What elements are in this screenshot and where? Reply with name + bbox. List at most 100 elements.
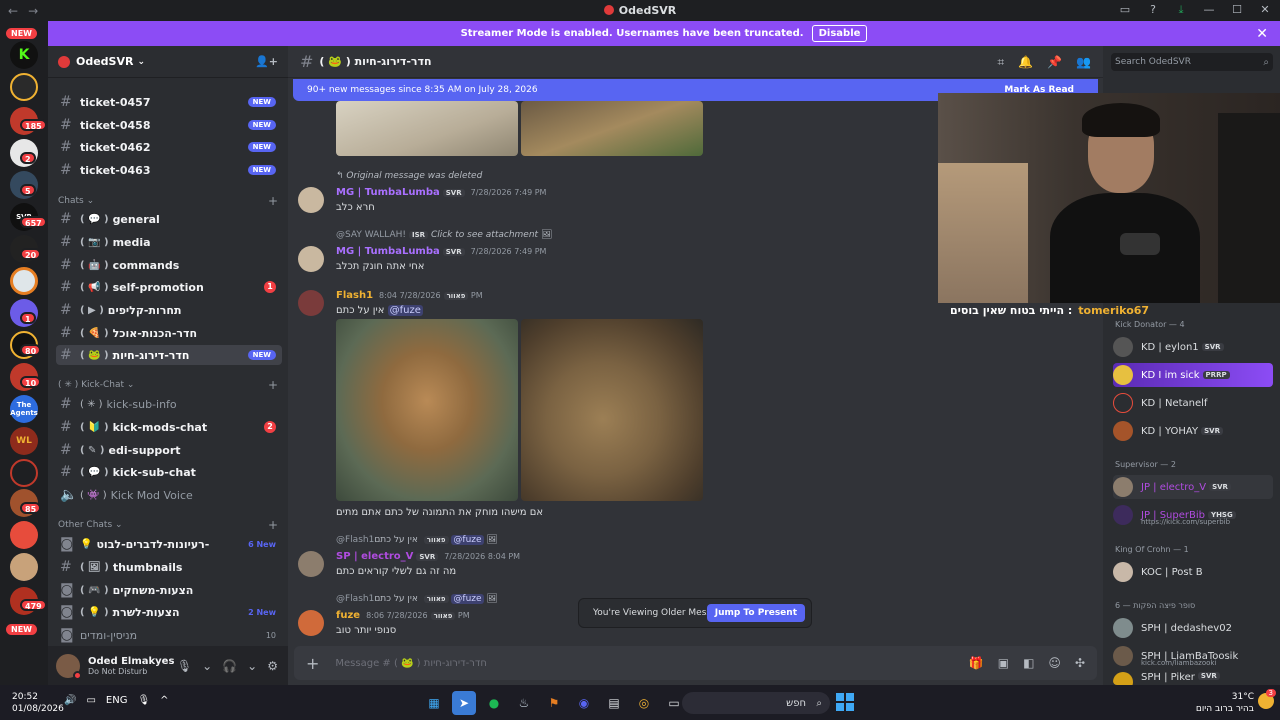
channel-ticket-0457[interactable]: # ticket-0457 NEW <box>56 92 282 112</box>
member-item[interactable]: JP | SuperBib YHSG https://kick.com/superb… <box>1113 503 1273 527</box>
image-attachment[interactable] <box>521 101 703 156</box>
channel-thumbnails[interactable]: # ( 🖼 ) thumbnails <box>56 557 282 577</box>
inbox-icon[interactable]: ▭ <box>1118 3 1132 17</box>
message-author[interactable]: SP | electro_V SVR 7/28/2026 8:04 PM <box>336 551 520 562</box>
message-author[interactable]: Flash1 פאוור7/28/2026 8:04 PM <box>336 290 483 301</box>
gear-icon[interactable]: ⚙ <box>267 659 278 673</box>
member-item[interactable]: KD | YOHAY SVR <box>1113 419 1273 443</box>
pin-icon[interactable]: 📌 <box>1047 55 1062 70</box>
server-icon[interactable] <box>10 267 38 295</box>
message-composer[interactable]: + Message # ( 🐸 ) חדר-דירוג-חיות 🎁 ▣ ◧ ☺… <box>294 646 1097 680</box>
member-item[interactable]: KD | eylon1 SVR <box>1113 335 1273 359</box>
channel-ticket-0462[interactable]: # ticket-0462 NEW <box>56 137 282 157</box>
reply-context[interactable]: @Flash1 פאוור אין על כתם @fuze 🖼 <box>336 594 498 604</box>
channel-food-room[interactable]: # ( 🍕 ) חדר-הכנות-אוכל <box>56 323 282 343</box>
download-icon[interactable]: ⤓ <box>1174 3 1188 17</box>
app-icon[interactable]: ▤ <box>602 691 626 715</box>
member-item[interactable]: SPH | dedashev02 <box>1113 616 1273 640</box>
channel-ticket-0458[interactable]: # ticket-0458 NEW <box>56 115 282 135</box>
clock[interactable]: 20:52 01/08/2026 <box>12 691 64 715</box>
forum-bot-ideas[interactable]: ◙ 💡 רעיונות-לדברים-לבוט- 6 New <box>56 534 282 554</box>
server-icon[interactable] <box>10 459 38 487</box>
user-info[interactable]: Oded Elmakyes Do Not Disturb <box>88 656 174 676</box>
voice-kick-mod-voice[interactable]: 🔈( 👾 ) Kick Mod Voice <box>56 485 282 505</box>
forum-game-suggestions[interactable]: ◙ ( 🎮 ) הצעות-משחקים <box>56 580 282 600</box>
gift-icon[interactable]: 🎁 <box>969 656 984 670</box>
apps-icon[interactable]: ✣ <box>1075 656 1085 670</box>
image-attachment[interactable] <box>336 101 518 156</box>
search-input[interactable]: Search OdedSVR ⌕ <box>1111 53 1273 71</box>
chrome-icon[interactable]: ◎ <box>632 691 656 715</box>
reply-context[interactable]: @SAY WALLAH! ISR Click to see attachment … <box>336 230 552 240</box>
forum-channel[interactable]: ◙ מניסין-ומדים 10 <box>56 625 282 645</box>
avatar[interactable] <box>298 290 324 316</box>
disable-button[interactable]: Disable <box>811 25 868 42</box>
add-channel-icon[interactable]: + <box>268 518 278 532</box>
headphones-icon[interactable]: 🎧 <box>222 659 237 673</box>
channel-kick-mods-chat[interactable]: # ( 🔰 ) kick-mods-chat 2 <box>56 417 282 437</box>
avatar[interactable] <box>298 187 324 213</box>
member-item[interactable]: KD I im sick PRRP <box>1113 363 1273 387</box>
spotify-icon[interactable]: ● <box>482 691 506 715</box>
avatar[interactable] <box>298 246 324 272</box>
chevron-down-icon[interactable]: ⌄ <box>202 659 212 673</box>
server-icon[interactable] <box>10 521 38 549</box>
member-list-icon[interactable]: 👥 <box>1076 55 1091 70</box>
channel-animal-rating[interactable]: # ( 🐸 ) חדר-דירוג-חיות NEW <box>56 345 282 365</box>
dog-image[interactable] <box>336 319 518 501</box>
member-item[interactable]: KD | Netanelf <box>1113 391 1273 415</box>
minimize-icon[interactable]: — <box>1202 3 1216 17</box>
volume-icon[interactable]: 🔊 <box>64 695 76 706</box>
game-launcher-icon[interactable]: ⚑ <box>542 691 566 715</box>
widgets-icon[interactable]: ▦ <box>422 691 446 715</box>
member-item[interactable]: JP | electro_V SVR <box>1113 475 1273 499</box>
chevron-down-icon[interactable]: ⌄ <box>247 659 257 673</box>
add-channel-icon[interactable]: + <box>268 378 278 392</box>
server-the-agents[interactable]: The Agents <box>10 395 38 423</box>
network-icon[interactable]: ▭ <box>86 695 95 706</box>
close-icon[interactable]: ✕ <box>1258 3 1272 17</box>
invite-people-icon[interactable]: 👤+ <box>255 55 278 68</box>
sticker-icon[interactable]: ◧ <box>1023 656 1034 670</box>
message-author[interactable]: fuze פאוור7/28/2026 8:06 PM <box>336 610 470 621</box>
member-item[interactable]: SPH | LiamBaToosik kick.com/liambazooki <box>1113 644 1273 668</box>
reply-context[interactable]: @Flash1 פאוור אין על כתם @fuze 🖼 <box>336 535 498 545</box>
gif-icon[interactable]: ▣ <box>998 656 1009 670</box>
add-channel-icon[interactable]: + <box>268 194 278 208</box>
server-icon[interactable] <box>10 73 38 101</box>
steam-icon[interactable]: ♨ <box>512 691 536 715</box>
channel-self-promotion[interactable]: # ( 📢 ) self-promotion 1 <box>56 277 282 297</box>
start-icon[interactable] <box>836 693 854 711</box>
server-wl[interactable]: WL <box>10 427 38 455</box>
chevron-up-icon[interactable]: ^ <box>160 695 168 706</box>
channel-media[interactable]: # ( 📷 ) media <box>56 232 282 252</box>
cat-image[interactable] <box>521 319 703 501</box>
channel-commands[interactable]: # ( 🤖 ) commands <box>56 255 282 275</box>
forum-server-suggestions[interactable]: ◙ ( 💡 ) הצעות-לשרת 2 New <box>56 602 282 622</box>
weather-widget[interactable]: 31°C בהיר ברוב היום <box>1196 691 1254 715</box>
bell-icon[interactable]: 🔔 <box>1018 55 1033 70</box>
avatar[interactable] <box>56 653 82 680</box>
message-author[interactable]: MG | TumbaLumba SVR 7/28/2026 7:49 PM <box>336 187 546 198</box>
avatar[interactable] <box>298 551 324 577</box>
user-mention[interactable]: @fuze <box>387 305 423 316</box>
channel-kick-sub-info[interactable]: # ( ✳ ) kick-sub-info <box>56 394 282 414</box>
maximize-icon[interactable]: ☐ <box>1230 3 1244 17</box>
category-chats[interactable]: Chats ⌄ + <box>58 194 278 208</box>
help-icon[interactable]: ? <box>1146 3 1160 17</box>
category-kick-chat[interactable]: ( ✳ ) Kick-Chat ⌄ + <box>58 378 278 392</box>
taskbar-search[interactable]: חפש ⌕ <box>682 692 830 714</box>
category-other-chats[interactable]: Other Chats ⌄ + <box>58 518 278 532</box>
channel-kick-sub-chat[interactable]: # ( 💬 ) kick-sub-chat <box>56 462 282 482</box>
member-item[interactable]: SPH | Piker SVR <box>1113 672 1273 685</box>
language-indicator[interactable]: ENG <box>106 695 128 706</box>
channel-edi-support[interactable]: # ( ✎ ) edi-support <box>56 440 282 460</box>
jump-to-present-button[interactable]: Jump To Present <box>706 604 805 622</box>
avatar[interactable] <box>298 610 324 636</box>
channel-ticket-0463[interactable]: # ticket-0463 NEW <box>56 160 282 180</box>
add-attachment-icon[interactable]: + <box>306 654 319 673</box>
emoji-icon[interactable]: ☺ <box>1048 656 1061 670</box>
microphone-icon[interactable]: 🎙 <box>137 695 150 706</box>
reply-context[interactable]: ↰ Original message was deleted <box>336 171 482 181</box>
discord-icon[interactable]: ◉ <box>572 691 596 715</box>
